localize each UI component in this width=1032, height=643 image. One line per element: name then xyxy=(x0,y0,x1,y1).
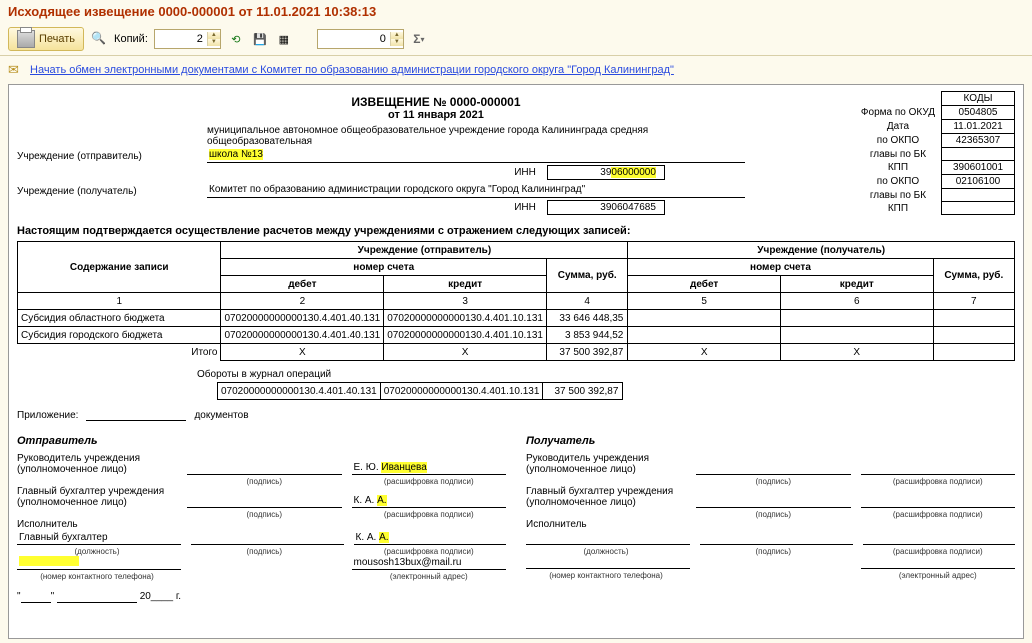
oboroty-grid: 07020000000000130.4.401.40.131 070200000… xyxy=(217,382,623,400)
sender-name-line1: муниципальное автономное общеобразовател… xyxy=(207,125,745,147)
table-row: Субсидия городского бюджета 070200000000… xyxy=(18,327,1015,344)
recipient-label: Учреждение (получатель) xyxy=(17,186,207,198)
recipient-inn-value: 3906047685 xyxy=(547,200,665,215)
copies-spinner[interactable]: ▲▼ xyxy=(154,29,221,49)
oboroty-label: Обороты в журнал операций xyxy=(197,369,1015,380)
accounting-grid: Содержание записи Учреждение (отправител… xyxy=(17,241,1015,361)
recipient-signatures: Получатель Руководитель учреждения(уполн… xyxy=(526,431,1015,603)
table-row: Субсидия областного бюджета 070200000000… xyxy=(18,310,1015,327)
exchange-link[interactable]: Начать обмен электронными документами с … xyxy=(30,64,674,76)
sigma-button[interactable] xyxy=(410,30,428,48)
print-button[interactable]: Печать xyxy=(8,27,84,51)
printer-icon xyxy=(17,30,35,48)
page-arrows[interactable]: ▲▼ xyxy=(390,32,403,46)
exchange-link-row: Начать обмен электронными документами с … xyxy=(0,56,1032,82)
window-title: Исходящее извещение 0000-000001 от 11.01… xyxy=(0,0,1032,25)
confirmation-text: Настоящим подтверждается осуществление р… xyxy=(17,225,1015,237)
save-icon[interactable]: 💾 xyxy=(251,30,269,48)
document-body: КОДЫ Форма по ОКУД0504805 Дата11.01.2021… xyxy=(8,84,1024,639)
attachment-row: Приложение: документов xyxy=(17,408,1015,421)
copies-arrows[interactable]: ▲▼ xyxy=(207,32,220,46)
page-input[interactable] xyxy=(318,31,390,47)
kody-header: КОДЫ xyxy=(942,92,1015,106)
sender-inn-value: 3906000000 xyxy=(547,165,665,180)
palette-icon[interactable]: ▦ xyxy=(275,30,293,48)
refresh-icon[interactable]: ⟲ xyxy=(227,30,245,48)
copies-label: Копий: xyxy=(114,33,148,45)
copies-input[interactable] xyxy=(155,31,207,47)
print-label: Печать xyxy=(39,33,75,45)
sender-signatures: Отправитель Руководитель учреждения(упол… xyxy=(17,431,506,603)
sender-label: Учреждение (отправитель) xyxy=(17,151,207,163)
page-spinner[interactable]: ▲▼ xyxy=(317,29,404,49)
kody-table: КОДЫ Форма по ОКУД0504805 Дата11.01.2021… xyxy=(855,91,1015,215)
sender-inn-label: ИНН xyxy=(514,167,536,178)
recipient-inn-label: ИНН xyxy=(514,202,536,213)
toolbar: Печать Копий: ▲▼ ⟲ 💾 ▦ ▲▼ xyxy=(0,25,1032,56)
envelope-icon xyxy=(8,62,24,78)
magnifier-icon[interactable] xyxy=(90,30,108,48)
recipient-name: Комитет по образованию администрации гор… xyxy=(207,184,745,198)
sender-name-line2: школа №13 xyxy=(207,149,745,163)
itogo-row: Итого ХХ 37 500 392,87 ХХ xyxy=(18,344,1015,361)
